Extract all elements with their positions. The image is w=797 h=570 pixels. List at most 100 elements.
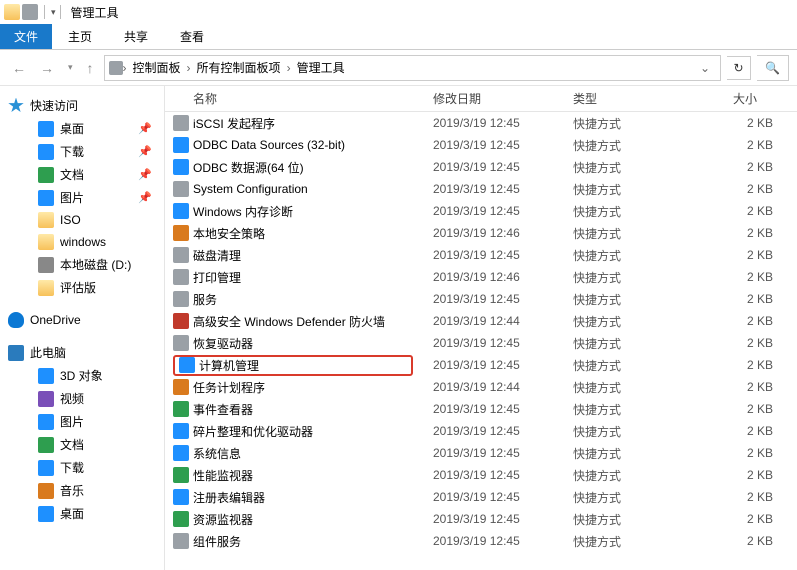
sidebar-item-label: windows bbox=[60, 235, 106, 249]
folder-icon bbox=[38, 483, 54, 499]
column-type[interactable]: 类型 bbox=[565, 90, 695, 107]
sidebar-item[interactable]: 桌面📌 bbox=[0, 117, 164, 140]
up-button[interactable]: ↑ bbox=[83, 58, 98, 78]
file-date: 2019/3/19 12:45 bbox=[433, 490, 573, 504]
file-row[interactable]: 本地安全策略2019/3/19 12:46快捷方式2 KB bbox=[165, 222, 797, 244]
file-row[interactable]: 事件查看器2019/3/19 12:45快捷方式2 KB bbox=[165, 398, 797, 420]
column-headers: 名称 修改日期 类型 大小 bbox=[165, 86, 797, 112]
sidebar-item-label: 文档 bbox=[60, 166, 84, 183]
sidebar-item[interactable]: 本地磁盘 (D:) bbox=[0, 253, 164, 276]
file-name: 任务计划程序 bbox=[193, 379, 433, 396]
file-row[interactable]: Windows 内存诊断2019/3/19 12:45快捷方式2 KB bbox=[165, 200, 797, 222]
sidebar-item[interactable]: 文档📌 bbox=[0, 163, 164, 186]
file-size: 2 KB bbox=[703, 226, 773, 240]
file-row[interactable]: 碎片整理和优化驱动器2019/3/19 12:45快捷方式2 KB bbox=[165, 420, 797, 442]
file-type: 快捷方式 bbox=[573, 181, 703, 198]
content-area: 快速访问 桌面📌下载📌文档📌图片📌ISOwindows本地磁盘 (D:)评估版 … bbox=[0, 86, 797, 570]
sidebar-item-label: 桌面 bbox=[60, 120, 84, 137]
file-date: 2019/3/19 12:45 bbox=[433, 248, 573, 262]
column-size[interactable]: 大小 bbox=[695, 90, 765, 107]
sidebar-item[interactable]: 文档 bbox=[0, 433, 164, 456]
sidebar-item-label: 图片 bbox=[60, 413, 84, 430]
nav-buttons: ← → ▾ ↑ bbox=[8, 58, 98, 78]
file-icon bbox=[179, 357, 195, 373]
file-row[interactable]: ODBC 数据源(64 位)2019/3/19 12:45快捷方式2 KB bbox=[165, 156, 797, 178]
sidebar-item[interactable]: ISO bbox=[0, 209, 164, 231]
file-row[interactable]: 磁盘清理2019/3/19 12:45快捷方式2 KB bbox=[165, 244, 797, 266]
file-date: 2019/3/19 12:45 bbox=[433, 512, 573, 526]
sidebar-item[interactable]: 桌面 bbox=[0, 502, 164, 525]
column-name[interactable]: 名称 bbox=[165, 90, 425, 107]
sidebar-item[interactable]: 下载 bbox=[0, 456, 164, 479]
file-row[interactable]: 打印管理2019/3/19 12:46快捷方式2 KB bbox=[165, 266, 797, 288]
properties-icon[interactable] bbox=[22, 4, 38, 20]
back-button[interactable]: ← bbox=[8, 58, 30, 78]
file-date: 2019/3/19 12:45 bbox=[433, 468, 573, 482]
address-dropdown-icon[interactable]: ⌄ bbox=[694, 61, 716, 75]
file-icon bbox=[173, 379, 189, 395]
file-row[interactable]: System Configuration2019/3/19 12:45快捷方式2… bbox=[165, 178, 797, 200]
file-row[interactable]: 注册表编辑器2019/3/19 12:45快捷方式2 KB bbox=[165, 486, 797, 508]
sidebar-item[interactable]: 3D 对象 bbox=[0, 364, 164, 387]
breadcrumb[interactable]: 控制面板 bbox=[127, 59, 187, 76]
file-date: 2019/3/19 12:45 bbox=[433, 116, 573, 130]
file-type: 快捷方式 bbox=[573, 313, 703, 330]
file-name: 系统信息 bbox=[193, 445, 433, 462]
file-type: 快捷方式 bbox=[573, 401, 703, 418]
file-size: 2 KB bbox=[703, 402, 773, 416]
file-name: 计算机管理 bbox=[199, 357, 259, 374]
folder-icon bbox=[38, 167, 54, 183]
file-row[interactable]: 恢复驱动器2019/3/19 12:45快捷方式2 KB bbox=[165, 332, 797, 354]
qat-dropdown-icon[interactable]: ▾ bbox=[51, 7, 56, 18]
sidebar-item[interactable]: 图片 bbox=[0, 410, 164, 433]
title-bar: ▾ 管理工具 bbox=[0, 0, 797, 24]
sidebar-item[interactable]: 视频 bbox=[0, 387, 164, 410]
recent-dropdown-icon[interactable]: ▾ bbox=[64, 60, 77, 75]
forward-button[interactable]: → bbox=[36, 58, 58, 78]
file-icon bbox=[173, 203, 189, 219]
file-row[interactable]: 系统信息2019/3/19 12:45快捷方式2 KB bbox=[165, 442, 797, 464]
sidebar-item[interactable]: windows bbox=[0, 231, 164, 253]
breadcrumb[interactable]: 管理工具 bbox=[291, 59, 351, 76]
file-date: 2019/3/19 12:46 bbox=[433, 270, 573, 284]
sidebar-item[interactable]: 音乐 bbox=[0, 479, 164, 502]
sidebar-this-pc[interactable]: 此电脑 bbox=[0, 341, 164, 364]
tab-view[interactable]: 查看 bbox=[164, 24, 220, 49]
refresh-button[interactable]: ↻ bbox=[727, 56, 751, 80]
file-row[interactable]: 服务2019/3/19 12:45快捷方式2 KB bbox=[165, 288, 797, 310]
search-input[interactable]: 🔍 bbox=[757, 55, 789, 81]
file-icon bbox=[173, 489, 189, 505]
file-size: 2 KB bbox=[703, 468, 773, 482]
breadcrumb-bar[interactable]: › 控制面板 › 所有控制面板项 › 管理工具 ⌄ bbox=[104, 55, 721, 81]
file-type: 快捷方式 bbox=[573, 137, 703, 154]
file-row[interactable]: ODBC Data Sources (32-bit)2019/3/19 12:4… bbox=[165, 134, 797, 156]
folder-icon bbox=[38, 506, 54, 522]
tab-share[interactable]: 共享 bbox=[108, 24, 164, 49]
file-type: 快捷方式 bbox=[573, 423, 703, 440]
breadcrumb[interactable]: 所有控制面板项 bbox=[191, 59, 287, 76]
sidebar-item[interactable]: 下载📌 bbox=[0, 140, 164, 163]
sidebar-quick-access[interactable]: 快速访问 bbox=[0, 94, 164, 117]
file-row[interactable]: 任务计划程序2019/3/19 12:44快捷方式2 KB bbox=[165, 376, 797, 398]
file-row[interactable]: 高级安全 Windows Defender 防火墙2019/3/19 12:44… bbox=[165, 310, 797, 332]
file-row[interactable]: 性能监视器2019/3/19 12:45快捷方式2 KB bbox=[165, 464, 797, 486]
sidebar-item[interactable]: 图片📌 bbox=[0, 186, 164, 209]
sidebar-item[interactable]: 评估版 bbox=[0, 276, 164, 299]
folder-icon bbox=[38, 121, 54, 137]
sidebar-item-label: 3D 对象 bbox=[60, 367, 103, 384]
file-row[interactable]: 资源监视器2019/3/19 12:45快捷方式2 KB bbox=[165, 508, 797, 530]
file-row[interactable]: 组件服务2019/3/19 12:45快捷方式2 KB bbox=[165, 530, 797, 552]
file-size: 2 KB bbox=[703, 116, 773, 130]
file-type: 快捷方式 bbox=[573, 291, 703, 308]
file-row[interactable]: iSCSI 发起程序2019/3/19 12:45快捷方式2 KB bbox=[165, 112, 797, 134]
column-date[interactable]: 修改日期 bbox=[425, 90, 565, 107]
tab-file[interactable]: 文件 bbox=[0, 24, 52, 49]
file-name: 性能监视器 bbox=[193, 467, 433, 484]
file-name-highlighted[interactable]: 计算机管理 bbox=[173, 355, 413, 376]
tab-home[interactable]: 主页 bbox=[52, 24, 108, 49]
sidebar-item-label: ISO bbox=[60, 213, 81, 227]
file-row[interactable]: 计算机管理2019/3/19 12:45快捷方式2 KB bbox=[165, 354, 797, 376]
sidebar-item-label: 下载 bbox=[60, 143, 84, 160]
sidebar-onedrive[interactable]: OneDrive bbox=[0, 309, 164, 331]
file-list-pane: 名称 修改日期 类型 大小 iSCSI 发起程序2019/3/19 12:45快… bbox=[165, 86, 797, 570]
